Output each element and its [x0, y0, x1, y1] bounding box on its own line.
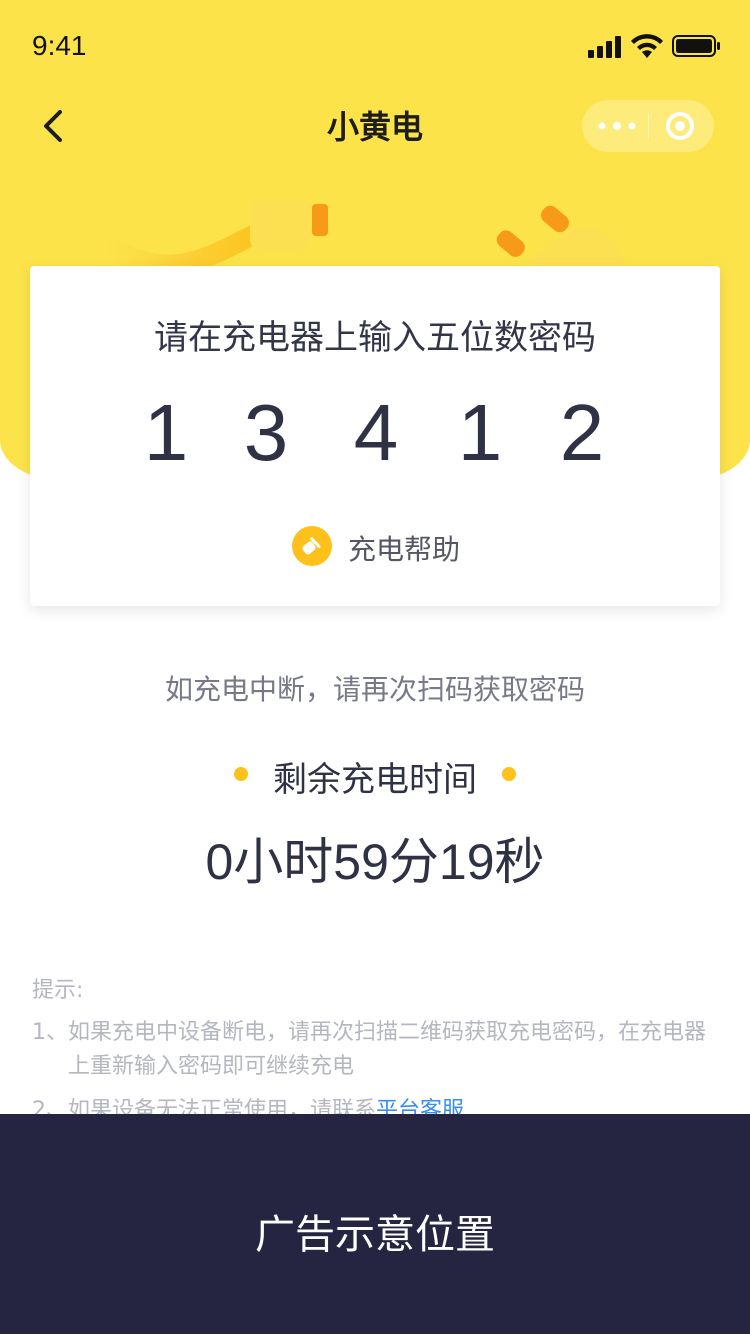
plug-icon: [292, 526, 332, 566]
charging-help-label: 充电帮助: [348, 533, 461, 566]
password-digit: 4: [353, 388, 399, 477]
status-time: 9:41: [32, 30, 87, 61]
interrupt-note: 如充电中断，请再次扫码获取密码: [164, 673, 585, 706]
password-digit: 2: [559, 388, 605, 477]
ad-banner[interactable]: 广告示意位置: [0, 1114, 750, 1334]
wifi-icon: [631, 34, 663, 58]
close-miniprogram-icon[interactable]: [666, 112, 694, 140]
bullet-dot: [502, 767, 516, 781]
password-digit: 3: [243, 388, 289, 477]
password-card: 请在充电器上输入五位数密码 1 3 4 1 2 充电帮助: [30, 266, 720, 606]
signal-icon: [588, 36, 621, 58]
password-instruction: 请在充电器上输入五位数密码: [154, 318, 596, 358]
password-digit: 1: [457, 388, 503, 477]
tip-text: 如果充电中设备断电，请再次扫描二维码获取充电密码，在充电器上重新输入密码即可继续…: [68, 1020, 707, 1079]
tips-title: 提示:: [32, 978, 84, 1003]
remaining-time-value: 0小时59分19秒: [205, 834, 545, 890]
tip-number: 1、: [32, 1020, 68, 1045]
status-bar: 9:41: [0, 0, 750, 90]
nav-bar: 小黄电: [0, 90, 750, 160]
bullet-dot: [234, 767, 248, 781]
remaining-time-label: 剩余充电时间: [273, 760, 477, 800]
capsule-divider: [648, 113, 649, 139]
more-icon[interactable]: [598, 122, 636, 130]
miniprogram-capsule: [582, 100, 714, 152]
password-digit: 1: [143, 388, 189, 477]
remaining-time-header: 剩余充电时间: [0, 752, 750, 800]
ad-placeholder-text: 广告示意位置: [255, 1212, 495, 1258]
battery-icon: [672, 35, 720, 57]
